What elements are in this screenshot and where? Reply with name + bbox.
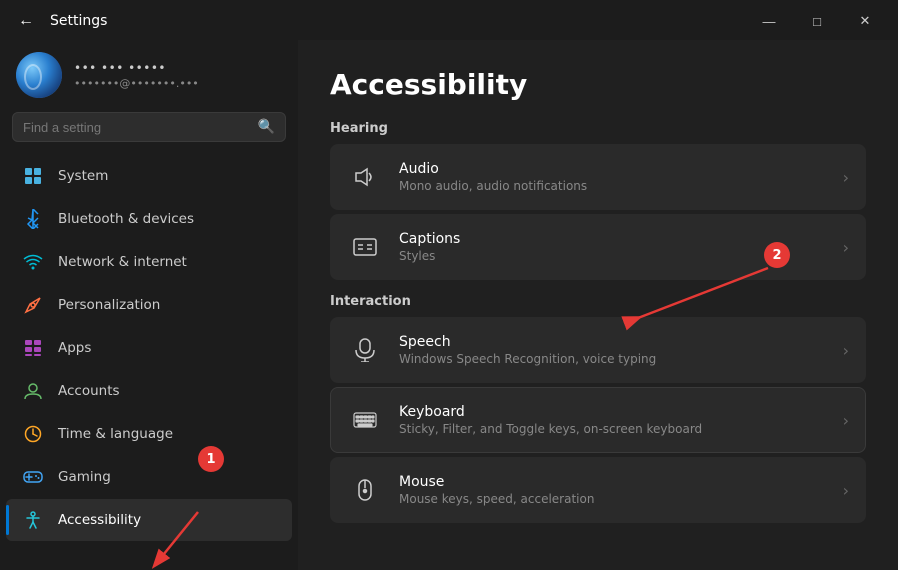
sidebar-item-network[interactable]: Network & internet — [6, 241, 292, 283]
sidebar-item-accessibility-label: Accessibility — [58, 512, 141, 528]
titlebar: ← Settings — □ ✕ — [0, 0, 898, 40]
maximize-button[interactable]: □ — [794, 6, 840, 36]
main-layout: ••• ••• ••••• •••••••@•••••••.••• 🔍 — [0, 40, 898, 570]
user-info: ••• ••• ••••• •••••••@•••••••.••• — [74, 61, 199, 90]
settings-item-audio[interactable]: Audio Mono audio, audio notifications › — [330, 144, 866, 210]
captions-icon — [347, 229, 383, 265]
user-name: ••• ••• ••••• — [74, 61, 199, 75]
settings-item-keyboard[interactable]: Keyboard Sticky, Filter, and Toggle keys… — [330, 387, 866, 453]
speech-icon — [347, 332, 383, 368]
mouse-text: Mouse Mouse keys, speed, acceleration — [399, 474, 827, 506]
user-email: •••••••@•••••••.••• — [74, 77, 199, 90]
sidebar-item-bluetooth[interactable]: Bluetooth & devices — [6, 198, 292, 240]
mouse-chevron: › — [843, 481, 849, 500]
speech-text: Speech Windows Speech Recognition, voice… — [399, 334, 827, 366]
audio-icon — [347, 159, 383, 195]
keyboard-title: Keyboard — [399, 404, 827, 420]
settings-item-speech[interactable]: Speech Windows Speech Recognition, voice… — [330, 317, 866, 383]
section-header-hearing: Hearing — [330, 121, 866, 136]
sidebar-item-gaming[interactable]: Gaming — [6, 456, 292, 498]
sidebar-item-time[interactable]: Time & language — [6, 413, 292, 455]
settings-item-mouse[interactable]: Mouse Mouse keys, speed, acceleration › — [330, 457, 866, 523]
sidebar-wrapper: ••• ••• ••••• •••••••@•••••••.••• 🔍 — [0, 40, 298, 570]
mouse-desc: Mouse keys, speed, acceleration — [399, 492, 827, 506]
audio-desc: Mono audio, audio notifications — [399, 179, 827, 193]
gaming-icon — [22, 466, 44, 488]
speech-title: Speech — [399, 334, 827, 350]
section-header-interaction: Interaction — [330, 294, 866, 309]
settings-item-captions[interactable]: Captions Styles › — [330, 214, 866, 280]
keyboard-text: Keyboard Sticky, Filter, and Toggle keys… — [399, 404, 827, 436]
keyboard-desc: Sticky, Filter, and Toggle keys, on-scre… — [399, 422, 827, 436]
mouse-title: Mouse — [399, 474, 827, 490]
sidebar-nav: System Bluetooth & devices — [0, 154, 298, 542]
keyboard-icon — [347, 402, 383, 438]
sidebar-item-personalization[interactable]: Personalization — [6, 284, 292, 326]
accessibility-icon — [22, 509, 44, 531]
speech-chevron: › — [843, 341, 849, 360]
back-button[interactable]: ← — [12, 10, 40, 32]
speech-desc: Windows Speech Recognition, voice typing — [399, 352, 827, 366]
sidebar-item-network-label: Network & internet — [58, 254, 187, 270]
time-icon — [22, 423, 44, 445]
accounts-icon — [22, 380, 44, 402]
audio-title: Audio — [399, 161, 827, 177]
apps-icon — [22, 337, 44, 359]
sidebar-item-system[interactable]: System — [6, 155, 292, 197]
window-controls: — □ ✕ — [746, 6, 888, 36]
audio-chevron: › — [843, 168, 849, 187]
titlebar-left: ← Settings — [12, 10, 107, 32]
search-icon: 🔍 — [258, 119, 275, 135]
captions-desc: Styles — [399, 249, 827, 263]
captions-title: Captions — [399, 231, 827, 247]
sidebar-item-system-label: System — [58, 168, 108, 184]
content-area: Accessibility Hearing Audio Mono audio, … — [298, 40, 898, 570]
avatar — [16, 52, 62, 98]
app-title: Settings — [50, 13, 107, 29]
sidebar-item-accounts[interactable]: Accounts — [6, 370, 292, 412]
minimize-button[interactable]: — — [746, 6, 792, 36]
avatar-globe — [16, 52, 62, 98]
search-box[interactable]: 🔍 — [12, 112, 286, 142]
captions-text: Captions Styles — [399, 231, 827, 263]
sidebar-item-apps[interactable]: Apps — [6, 327, 292, 369]
sidebar-item-bluetooth-label: Bluetooth & devices — [58, 211, 194, 227]
mouse-icon — [347, 472, 383, 508]
bluetooth-icon — [22, 208, 44, 230]
network-icon — [22, 251, 44, 273]
search-input[interactable] — [23, 120, 250, 135]
close-button[interactable]: ✕ — [842, 6, 888, 36]
audio-text: Audio Mono audio, audio notifications — [399, 161, 827, 193]
keyboard-chevron: › — [843, 411, 849, 430]
sidebar-item-accounts-label: Accounts — [58, 383, 120, 399]
sidebar-item-personalization-label: Personalization — [58, 297, 160, 313]
captions-chevron: › — [843, 238, 849, 257]
page-title: Accessibility — [330, 68, 866, 101]
sidebar-item-gaming-label: Gaming — [58, 469, 111, 485]
sidebar-item-accessibility[interactable]: Accessibility — [6, 499, 292, 541]
user-section[interactable]: ••• ••• ••••• •••••••@•••••••.••• — [0, 40, 298, 112]
sidebar: ••• ••• ••••• •••••••@•••••••.••• 🔍 — [0, 40, 298, 552]
sidebar-item-time-label: Time & language — [58, 426, 173, 442]
sidebar-item-apps-label: Apps — [58, 340, 91, 356]
personalization-icon — [22, 294, 44, 316]
system-icon — [22, 165, 44, 187]
